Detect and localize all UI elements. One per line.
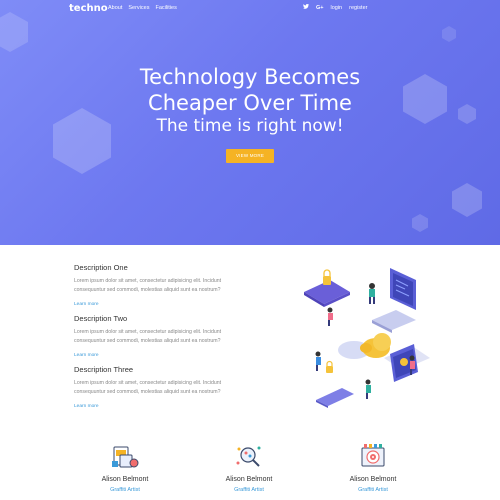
design-tools-icon [110,443,140,471]
description-text: Lorem ipsum dolor sit amet, consectetur … [74,278,222,293]
nav-link-about[interactable]: About [108,5,122,11]
description-title: Description Two [74,314,128,323]
hexagon-decoration [0,12,28,52]
team-member-name: Alison Belmont [101,476,149,483]
description-text: Lorem ipsum dolor sit amet, consectetur … [74,380,222,395]
hero-section: techno About Services Facilities G+ logi… [0,0,500,245]
hero-title-line2: Cheaper Over Time [148,91,352,115]
hero-title: Technology Becomes Cheaper Over Time [0,64,500,116]
hexagon-decoration [412,214,428,232]
target-board-icon [358,443,388,471]
isometric-tech-illustration [292,262,442,412]
login-link[interactable]: login [331,5,343,11]
hero-subtitle: The time is right now! [156,116,344,136]
team-member-card: Alison Belmont Graffiti Artist [328,443,418,493]
learn-more-link[interactable]: Learn more [74,353,239,358]
description-text: Lorem ipsum dolor sit amet, consectetur … [74,329,222,344]
nav-link-services[interactable]: Services [128,5,149,11]
analytics-magnifier-icon [234,443,264,471]
nav-right: G+ login register [303,4,367,11]
team-member-card: Alison Belmont Graffiti Artist [80,443,170,493]
description-block: Description Two Lorem ipsum dolor sit am… [74,314,239,358]
view-more-button[interactable]: VIEW MORE [226,149,274,163]
team-member-name: Alison Belmont [225,476,273,483]
twitter-icon[interactable] [303,4,309,11]
brand-logo[interactable]: techno [69,3,108,14]
team-member-role[interactable]: Graffiti Artist [204,487,294,493]
description-title: Description Three [74,365,134,374]
hexagon-decoration [442,26,456,42]
register-link[interactable]: register [349,5,367,11]
description-title: Description One [74,263,128,272]
description-block: Description One Lorem ipsum dolor sit am… [74,263,239,307]
team-member-card: Alison Belmont Graffiti Artist [204,443,294,493]
learn-more-link[interactable]: Learn more [74,404,239,409]
learn-more-link[interactable]: Learn more [74,302,239,307]
team-member-role[interactable]: Graffiti Artist [328,487,418,493]
description-block: Description Three Lorem ipsum dolor sit … [74,365,239,409]
hexagon-decoration [452,183,482,217]
hero-title-line1: Technology Becomes [139,65,361,89]
navbar: techno About Services Facilities G+ logi… [0,0,500,18]
nav-links: About Services Facilities [108,5,177,11]
nav-link-facilities[interactable]: Facilities [155,5,176,11]
team-member-name: Alison Belmont [349,476,397,483]
team-member-role[interactable]: Graffiti Artist [80,487,170,493]
google-plus-icon[interactable]: G+ [316,5,324,11]
